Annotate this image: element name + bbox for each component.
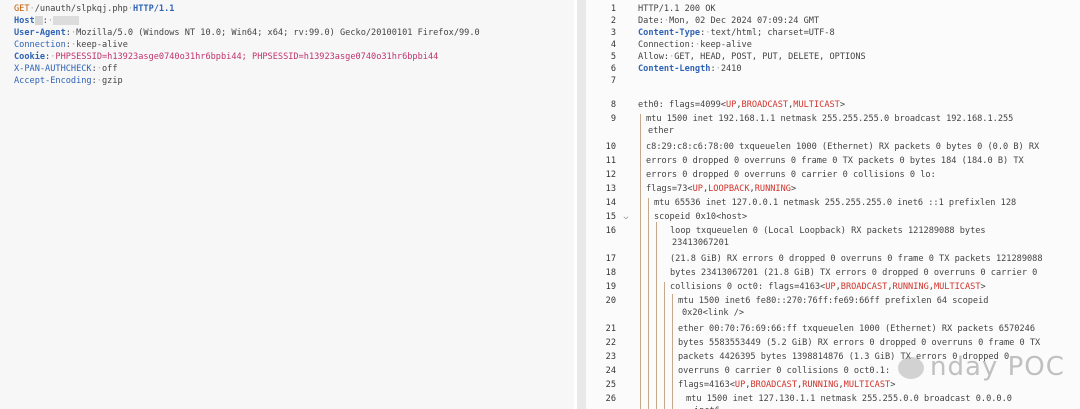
body-line-wrap: ether (648, 126, 674, 136)
request-line: GET·/unauth/slpkqj.php·HTTP/1.1 (14, 4, 175, 14)
body-line: errors 0 dropped 0 overruns 0 frame 0 TX… (646, 156, 1024, 166)
indent-guide (648, 198, 649, 409)
response-pane[interactable]: 1 HTTP/1.1 200 OK 2 Date:·Mon, 02 Dec 20… (586, 0, 1080, 409)
status-line: HTTP/1.1 200 OK (638, 4, 716, 14)
indent-guide (664, 282, 665, 409)
body-line: flags=4163<UP,BROADCAST,RUNNING,MULTICAS… (678, 380, 896, 390)
request-path: /unauth/slpkqj.php (34, 4, 128, 14)
chevron-down-icon[interactable]: ⌵ (621, 211, 631, 223)
header-accept-encoding: Accept-Encoding:·gzip (14, 76, 123, 86)
header-cookie: Cookie:·PHPSESSID=h13923asge0740o31hr6bp… (14, 52, 439, 62)
body-line: collisions 0 oct0: flags=4163<UP,BROADCA… (670, 282, 986, 292)
header-x-pan-authcheck: X-PAN-AUTHCHECK:·off (14, 64, 118, 74)
wechat-logo-icon (898, 357, 924, 379)
request-method: GET (14, 4, 30, 14)
header-host: Host:· (14, 15, 80, 27)
body-line: c8:29:c8:c6:78:00 txqueuelen 1000 (Ether… (646, 142, 1040, 152)
body-line: mtu 1500 inet6 fe80::270:76ff:fe69:66ff … (678, 296, 989, 306)
body-line-wrap: inet6 (694, 405, 720, 409)
body-line: mtu 65536 inet 127.0.0.1 netmask 255.255… (654, 198, 1017, 208)
body-line: eth0: flags=4099<UP,BROADCAST,MULTICAST> (638, 100, 846, 110)
header-date: Date:·Mon, 02 Dec 2024 07:09:24 GMT (638, 16, 820, 26)
body-line: errors 0 dropped 0 overruns 0 carrier 0 … (646, 170, 936, 180)
watermark: nday POC (930, 352, 1065, 382)
header-content-type: Content-Type:·text/html; charset=UTF-8 (638, 28, 835, 38)
redacted-mask (53, 16, 80, 25)
header-content-length: Content-Length:·2410 (638, 64, 742, 74)
body-line: flags=73<UP,LOOPBACK,RUNNING> (646, 184, 797, 194)
header-allow: Allow:·GET, HEAD, POST, PUT, DELETE, OPT… (638, 52, 866, 62)
header-user-agent: User-Agent:·Mozilla/5.0 (Windows NT 10.0… (14, 28, 480, 38)
indent-guide (656, 222, 657, 409)
body-line: bytes 5583553449 (5.2 GiB) RX errors 0 d… (678, 338, 1041, 348)
header-connection: Connection:·keep-alive (638, 40, 752, 50)
body-line: mtu 1500 inet 192.168.1.1 netmask 255.25… (646, 114, 1014, 124)
request-protocol: HTTP/1.1 (133, 4, 175, 14)
indent-guide (640, 114, 641, 409)
body-line: ether 00:70:76:69:66:ff txqueuelen 1000 … (678, 324, 1035, 334)
body-line: (21.8 GiB) RX errors 0 dropped 0 overrun… (670, 254, 1043, 264)
body-line: mtu 1500 inet 127.130.1.1 netmask 255.25… (686, 394, 1012, 404)
pane-splitter[interactable] (577, 0, 586, 409)
request-pane[interactable]: GET·/unauth/slpkqj.php·HTTP/1.1 Host:· U… (0, 0, 574, 409)
body-line: scopeid 0x10<host> (654, 212, 748, 222)
redacted-mask (34, 16, 43, 25)
body-line: overruns 0 carrier 0 collisions 0 oct0.1… (678, 366, 891, 376)
header-connection: Connection:·keep-alive (14, 40, 128, 50)
body-line-wrap: 23413067201 (672, 238, 729, 248)
body-line: loop txqueuelen 0 (Local Loopback) RX pa… (670, 226, 986, 236)
body-line-wrap: 0x20<link /> (682, 308, 745, 318)
indent-guide (672, 294, 673, 409)
body-line: bytes 23413067201 (21.8 GiB) TX errors 0… (670, 268, 1038, 278)
